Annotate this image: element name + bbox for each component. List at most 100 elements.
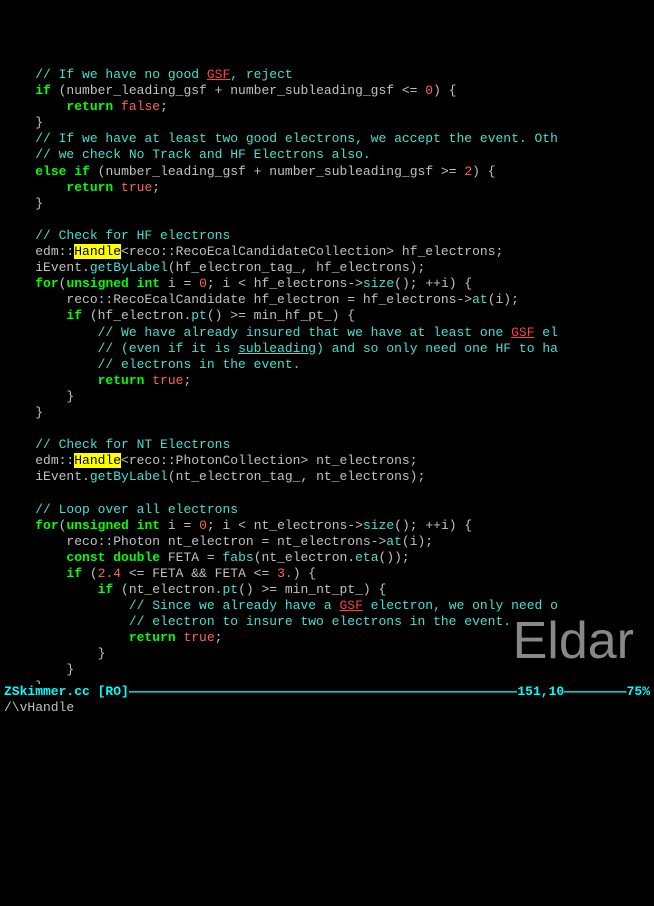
code-token: (); ++i) { bbox=[394, 276, 472, 291]
code-token: (nt_electron. bbox=[254, 550, 355, 565]
code-token: double bbox=[113, 550, 160, 565]
status-filename: ZSkimmer.cc bbox=[4, 684, 90, 700]
code-token: // we check No Track and HF Electrons al… bbox=[35, 147, 370, 162]
code-token: // electrons in the event. bbox=[98, 357, 301, 372]
code-line[interactable]: if (hf_electron.pt() >= min_hf_pt_) { bbox=[0, 308, 654, 324]
code-token: (hf_electron. bbox=[82, 308, 191, 323]
code-line[interactable]: } bbox=[0, 646, 654, 662]
code-token: ; bbox=[160, 99, 168, 114]
code-token: at bbox=[386, 534, 402, 549]
code-token: () >= min_nt_pt_) { bbox=[238, 582, 386, 597]
code-token: 2.4 bbox=[98, 566, 121, 581]
code-token: (number_leading_gsf + number_subleading_… bbox=[51, 83, 425, 98]
code-line[interactable]: // We have already insured that we have … bbox=[0, 325, 654, 341]
code-line[interactable]: return true; bbox=[0, 180, 654, 196]
code-token: (); ++i) { bbox=[394, 518, 472, 533]
code-token: } bbox=[35, 115, 43, 130]
code-token: 0 bbox=[199, 276, 207, 291]
code-line[interactable]: for(unsigned int i = 0; i < nt_electrons… bbox=[0, 518, 654, 534]
code-line[interactable]: // Check for NT Electrons bbox=[0, 437, 654, 453]
code-token: 2 bbox=[464, 164, 472, 179]
code-line[interactable]: iEvent.getByLabel(nt_electron_tag_, nt_e… bbox=[0, 469, 654, 485]
code-line[interactable]: } bbox=[0, 389, 654, 405]
code-token: ; bbox=[152, 180, 160, 195]
code-line[interactable]: } bbox=[0, 115, 654, 131]
code-line[interactable]: if (number_leading_gsf + number_subleadi… bbox=[0, 83, 654, 99]
code-line[interactable] bbox=[0, 485, 654, 501]
code-line[interactable]: // we check No Track and HF Electrons al… bbox=[0, 147, 654, 163]
code-token: true bbox=[121, 180, 152, 195]
code-line[interactable] bbox=[0, 212, 654, 228]
code-line[interactable]: return true; bbox=[0, 630, 654, 646]
code-line[interactable]: return false; bbox=[0, 99, 654, 115]
code-token bbox=[113, 180, 121, 195]
code-token: unsigned bbox=[66, 518, 128, 533]
code-line[interactable]: reco::Photon nt_electron = nt_electrons-… bbox=[0, 534, 654, 550]
code-line[interactable]: reco::RecoEcalCandidate hf_electron = hf… bbox=[0, 292, 654, 308]
code-line[interactable]: if (2.4 <= FETA && FETA <= 3.) { bbox=[0, 566, 654, 582]
status-dashes2: ———————— bbox=[564, 684, 626, 700]
code-token: // Check for NT Electrons bbox=[35, 437, 230, 452]
code-token: electron, we only need o bbox=[363, 598, 558, 613]
code-token: reco::Photon nt_electron = nt_electrons-… bbox=[66, 534, 386, 549]
code-line[interactable]: } bbox=[0, 662, 654, 678]
code-token: ()); bbox=[379, 550, 410, 565]
code-token: GSF bbox=[339, 598, 362, 613]
code-line[interactable]: for(unsigned int i = 0; i < hf_electrons… bbox=[0, 276, 654, 292]
code-token: ; i < nt_electrons-> bbox=[207, 518, 363, 533]
code-line[interactable]: } bbox=[0, 405, 654, 421]
code-line[interactable]: iEvent.getByLabel(hf_electron_tag_, hf_e… bbox=[0, 260, 654, 276]
code-token: // Check for HF electrons bbox=[35, 228, 230, 243]
code-line[interactable]: // Check for HF electrons bbox=[0, 228, 654, 244]
code-line[interactable]: else if (number_leading_gsf + number_sub… bbox=[0, 164, 654, 180]
code-line[interactable]: // electrons in the event. bbox=[0, 357, 654, 373]
code-token: (nt_electron_tag_, nt_electrons); bbox=[168, 469, 425, 484]
code-line[interactable]: const double FETA = fabs(nt_electron.eta… bbox=[0, 550, 654, 566]
code-token: } bbox=[98, 646, 106, 661]
code-token: true bbox=[152, 373, 183, 388]
code-token: size bbox=[363, 518, 394, 533]
code-token: 3. bbox=[277, 566, 293, 581]
code-token bbox=[129, 276, 137, 291]
code-token: ; bbox=[215, 630, 223, 645]
code-token: <= FETA && FETA <= bbox=[121, 566, 277, 581]
code-token: pt bbox=[222, 582, 238, 597]
code-token: Handle bbox=[74, 453, 121, 468]
code-line[interactable]: edm::Handle<reco::PhotonCollection> nt_e… bbox=[0, 453, 654, 469]
command-line[interactable]: /\vHandle bbox=[0, 700, 654, 716]
code-token: () >= min_hf_pt_) { bbox=[207, 308, 355, 323]
code-token: // We have already insured that we have … bbox=[98, 325, 511, 340]
code-token: // (even if it is bbox=[98, 341, 238, 356]
code-line[interactable]: edm::Handle<reco::RecoEcalCandidateColle… bbox=[0, 244, 654, 260]
code-line[interactable]: } bbox=[0, 196, 654, 212]
code-token: ) { bbox=[293, 566, 316, 581]
code-token: } bbox=[66, 662, 74, 677]
code-line[interactable]: return true; bbox=[0, 373, 654, 389]
code-token: ; bbox=[183, 373, 191, 388]
code-line[interactable]: // Since we already have a GSF electron,… bbox=[0, 598, 654, 614]
code-token: ) and so only need one HF to ha bbox=[316, 341, 558, 356]
code-token: int bbox=[137, 518, 160, 533]
code-editor[interactable]: // If we have no good GSF, reject if (nu… bbox=[0, 65, 654, 727]
code-token: for bbox=[35, 276, 58, 291]
code-token bbox=[4, 212, 12, 227]
code-token: return bbox=[98, 373, 145, 388]
code-token: return bbox=[129, 630, 176, 645]
code-token: if bbox=[66, 566, 82, 581]
code-line[interactable] bbox=[0, 421, 654, 437]
code-token: int bbox=[137, 276, 160, 291]
code-token: GSF bbox=[207, 67, 230, 82]
code-line[interactable]: // If we have no good GSF, reject bbox=[0, 67, 654, 83]
code-line[interactable]: // electron to insure two electrons in t… bbox=[0, 614, 654, 630]
code-token: <reco::PhotonCollection> nt_electrons; bbox=[121, 453, 417, 468]
code-line[interactable]: // Loop over all electrons bbox=[0, 502, 654, 518]
code-line[interactable]: // (even if it is subleading) and so onl… bbox=[0, 341, 654, 357]
code-token: Handle bbox=[74, 244, 121, 259]
code-token: , reject bbox=[230, 67, 292, 82]
code-token: unsigned bbox=[66, 276, 128, 291]
code-line[interactable]: // If we have at least two good electron… bbox=[0, 131, 654, 147]
code-token: // electron to insure two electrons in t… bbox=[129, 614, 511, 629]
code-token: at bbox=[472, 292, 488, 307]
code-token: return bbox=[66, 99, 113, 114]
code-line[interactable]: if (nt_electron.pt() >= min_nt_pt_) { bbox=[0, 582, 654, 598]
